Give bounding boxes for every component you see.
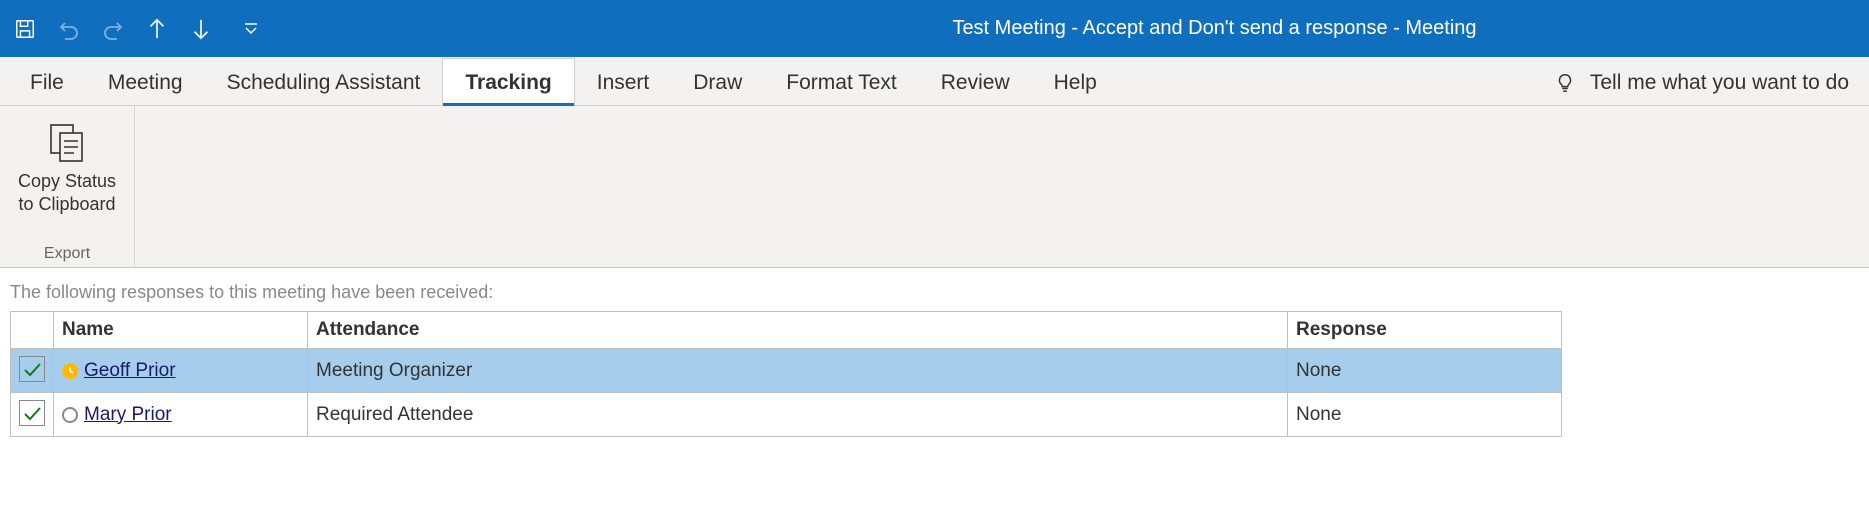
ribbon-tabs: File Meeting Scheduling Assistant Tracki… <box>0 57 1869 106</box>
row-attendance-cell: Required Attendee <box>308 393 1288 437</box>
tab-meeting[interactable]: Meeting <box>86 59 205 105</box>
ribbon: Copy Status to Clipboard Export <box>0 106 1869 268</box>
tell-me-placeholder: Tell me what you want to do <box>1590 71 1849 95</box>
redo-icon <box>101 17 125 41</box>
previous-item-button[interactable] <box>144 16 170 42</box>
col-header-response[interactable]: Response <box>1288 312 1562 349</box>
row-attendance-cell: Meeting Organizer <box>308 349 1288 393</box>
tab-format-text[interactable]: Format Text <box>764 59 918 105</box>
attendee-name-link[interactable]: Mary Prior <box>84 404 172 426</box>
tab-draw[interactable]: Draw <box>671 59 764 105</box>
ribbon-group-export-label: Export <box>44 241 90 263</box>
tell-me-search[interactable]: Tell me what you want to do <box>1534 61 1869 105</box>
row-response-cell: None <box>1288 393 1562 437</box>
ribbon-group-export: Copy Status to Clipboard Export <box>0 106 135 267</box>
col-header-attendance[interactable]: Attendance <box>308 312 1288 349</box>
table-header-row: Name Attendance Response <box>11 312 1562 349</box>
copy-status-label: Copy Status to Clipboard <box>18 170 116 215</box>
customize-quick-access-button[interactable] <box>238 16 264 42</box>
redo-button[interactable] <box>100 16 126 42</box>
checkbox-icon <box>19 356 45 382</box>
row-checkbox-cell[interactable] <box>11 349 54 393</box>
tab-tracking[interactable]: Tracking <box>442 58 574 105</box>
quick-access-toolbar <box>12 16 264 42</box>
tab-scheduling-assistant[interactable]: Scheduling Assistant <box>205 59 443 105</box>
responses-info-text: The following responses to this meeting … <box>10 282 1859 303</box>
copy-status-to-clipboard-button[interactable]: Copy Status to Clipboard <box>12 114 122 241</box>
lightbulb-icon <box>1554 72 1576 94</box>
row-name-cell: Geoff Prior <box>54 349 308 393</box>
tab-insert[interactable]: Insert <box>575 59 672 105</box>
title-bar: Test Meeting - Accept and Don't send a r… <box>0 0 1869 57</box>
tab-file[interactable]: File <box>8 59 86 105</box>
tracking-content: The following responses to this meeting … <box>0 268 1869 437</box>
presence-offline-icon <box>62 407 78 423</box>
undo-icon <box>57 17 81 41</box>
tracking-table: Name Attendance Response Geoff Pri <box>10 311 1562 437</box>
copy-icon <box>43 120 91 166</box>
tab-review[interactable]: Review <box>919 59 1032 105</box>
save-button[interactable] <box>12 16 38 42</box>
save-icon <box>14 18 36 40</box>
presence-away-icon <box>62 363 78 379</box>
table-row[interactable]: Mary Prior Required Attendee None <box>11 393 1562 437</box>
col-header-check[interactable] <box>11 312 54 349</box>
row-name-cell: Mary Prior <box>54 393 308 437</box>
arrow-up-icon <box>146 16 168 42</box>
attendee-name-link[interactable]: Geoff Prior <box>84 360 176 382</box>
col-header-name[interactable]: Name <box>54 312 308 349</box>
undo-button[interactable] <box>56 16 82 42</box>
window-title: Test Meeting - Accept and Don't send a r… <box>952 17 1476 40</box>
arrow-down-icon <box>190 16 212 42</box>
chevron-down-bar-icon <box>243 21 259 37</box>
table-row[interactable]: Geoff Prior Meeting Organizer None <box>11 349 1562 393</box>
row-checkbox-cell[interactable] <box>11 393 54 437</box>
row-response-cell: None <box>1288 349 1562 393</box>
checkbox-icon <box>19 400 45 426</box>
tab-help[interactable]: Help <box>1032 59 1119 105</box>
next-item-button[interactable] <box>188 16 214 42</box>
